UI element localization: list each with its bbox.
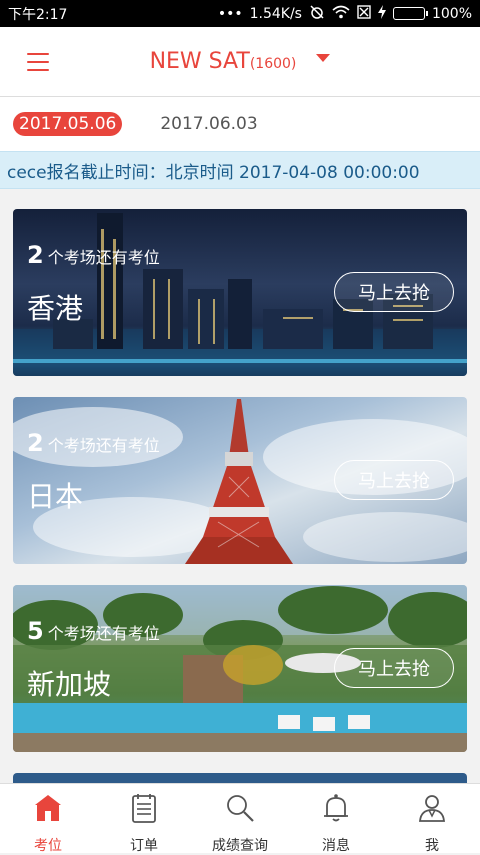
tab-seats[interactable]: 考位 <box>0 784 96 854</box>
venue-name: 日本 <box>27 480 84 513</box>
status-bar: 下午2:17 ••• 1.54K/s 100% <box>0 0 480 27</box>
order-icon <box>128 792 160 828</box>
exam-type-selector[interactable]: NEW SAT(1600) <box>0 49 480 74</box>
date-chip-0[interactable]: 2017.05.06 <box>13 112 123 136</box>
available-count: 2 个考场还有考位 <box>27 241 160 269</box>
grab-seat-button[interactable]: 马上去抢 <box>334 460 454 500</box>
home-icon <box>32 792 64 828</box>
bell-icon <box>320 792 352 828</box>
count-suffix: 个考场还有考位 <box>47 248 160 267</box>
date-chip-1[interactable]: 2017.06.03 <box>154 112 263 136</box>
count-suffix: 个考场还有考位 <box>47 624 160 643</box>
tab-label: 考位 <box>34 838 62 854</box>
app-bar: NEW SAT(1600) <box>0 27 480 97</box>
tab-orders[interactable]: 订单 <box>96 784 192 854</box>
sim-off-icon <box>357 4 371 23</box>
date-selector: 2017.05.06 2017.06.03 <box>0 97 480 151</box>
alarm-off-icon <box>309 4 325 24</box>
venue-card-singapore[interactable]: 5 个考场还有考位 新加坡 马上去抢 <box>13 585 467 752</box>
available-count: 5 个考场还有考位 <box>27 617 160 645</box>
network-speed: 1.54K/s <box>249 5 302 22</box>
venue-name: 新加坡 <box>27 668 112 701</box>
venue-card-hongkong[interactable]: 2 个考场还有考位 香港 马上去抢 <box>13 209 467 376</box>
tab-me[interactable]: 我 <box>384 784 480 854</box>
dots-icon: ••• <box>217 5 243 22</box>
bottom-tab-bar: 考位 订单 成绩查询 消息 我 <box>0 783 480 854</box>
charging-icon <box>377 4 386 23</box>
grab-seat-button[interactable]: 马上去抢 <box>334 272 454 312</box>
dropdown-caret-icon <box>316 54 331 62</box>
count-suffix: 个考场还有考位 <box>47 436 160 455</box>
count-number: 5 <box>27 617 44 645</box>
count-number: 2 <box>27 241 44 269</box>
tab-label: 订单 <box>130 838 158 854</box>
tab-scores[interactable]: 成绩查询 <box>192 784 288 854</box>
battery-icon <box>392 7 428 20</box>
tab-label: 我 <box>425 838 439 854</box>
available-count: 2 个考场还有考位 <box>27 429 160 457</box>
deadline-banner: cece报名截止时间：北京时间 2017-04-08 00:00:00 <box>0 151 480 189</box>
tab-messages[interactable]: 消息 <box>288 784 384 854</box>
status-right: ••• 1.54K/s 100% <box>218 4 472 24</box>
wifi-icon <box>332 5 350 23</box>
status-time: 下午2:17 <box>8 6 68 23</box>
person-icon <box>416 792 448 828</box>
search-icon <box>224 792 256 828</box>
count-number: 2 <box>27 429 44 457</box>
battery-percent: 100% <box>431 5 472 22</box>
venue-card-japan[interactable]: 2 个考场还有考位 日本 马上去抢 <box>13 397 467 564</box>
tab-label: 成绩查询 <box>212 838 268 854</box>
grab-seat-button[interactable]: 马上去抢 <box>334 648 454 688</box>
venue-name: 香港 <box>27 292 84 325</box>
exam-title: NEW SAT <box>149 49 250 74</box>
exam-title-sub: (1600) <box>249 56 297 72</box>
tab-label: 消息 <box>322 838 350 854</box>
